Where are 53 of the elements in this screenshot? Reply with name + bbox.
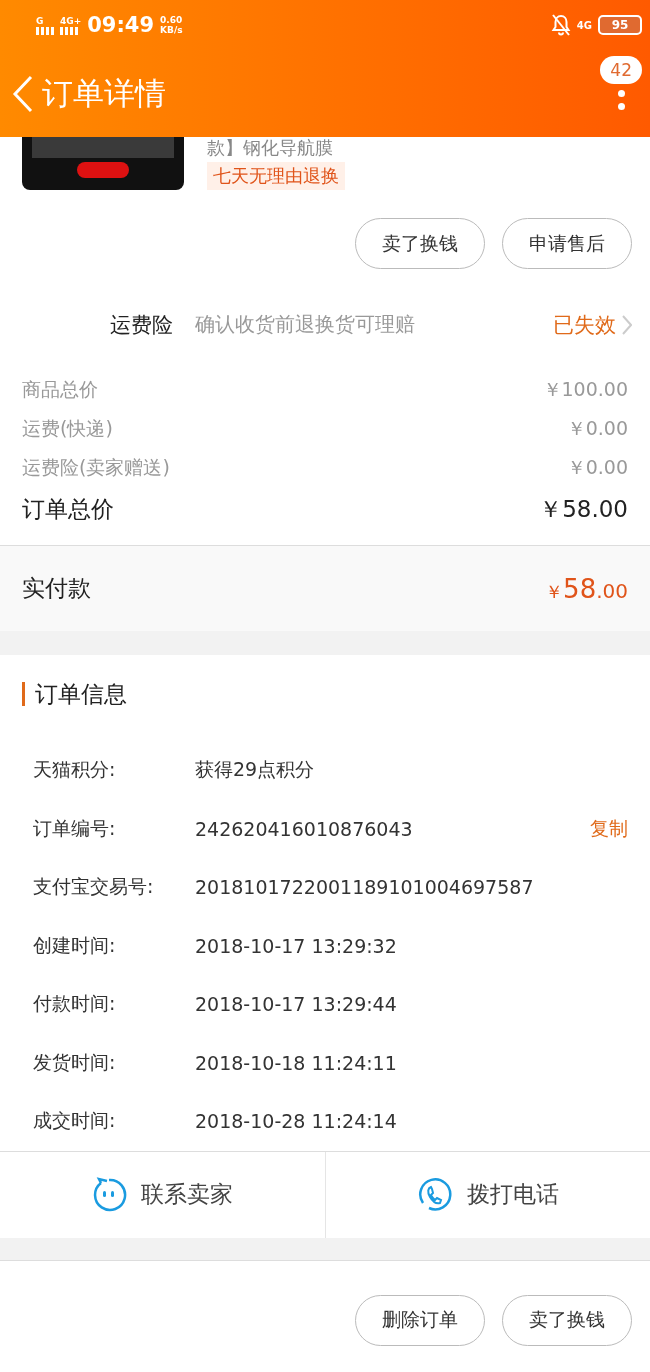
section-title: 订单信息 (35, 679, 127, 709)
info-value: 2018-10-18 11:24:11 (195, 1051, 397, 1074)
price-label: 商品总价 (22, 376, 98, 402)
network-label: 4G (576, 19, 592, 31)
info-value: 2018-10-17 13:29:44 (195, 993, 397, 1016)
network-label: G (36, 15, 44, 26)
action-button[interactable]: 删除订单 (355, 1294, 485, 1346)
contact-button[interactable]: 联系卖家 (0, 1151, 325, 1238)
info-value: 2018-10-28 11:24:14 (195, 1110, 397, 1133)
signal-icon (36, 25, 54, 35)
info-label: 订单编号: (33, 815, 117, 841)
speed-value: 0.60 (160, 15, 183, 25)
phone-icon (416, 1176, 453, 1213)
price-value: ￥58.00 (539, 494, 628, 524)
info-value: 获得29点积分 (195, 757, 315, 783)
price-label: 运费险(卖家赠送) (22, 454, 170, 480)
info-label: 发货时间: (33, 1049, 117, 1075)
clock: 09:49 (87, 13, 155, 37)
price-label: 订单总价 (22, 494, 114, 524)
price-label: 运费(快递) (22, 415, 113, 441)
contact-button[interactable]: 拨打电话 (324, 1151, 650, 1238)
info-value: 242620416010876043 (195, 817, 413, 840)
network-label: 4G+ (60, 15, 82, 26)
price-value: ￥0.00 (566, 415, 628, 441)
info-label: 天猫积分: (33, 757, 117, 783)
battery-icon: 95 (598, 15, 642, 35)
insurance-label: 运费险 (110, 311, 173, 339)
bell-muted-icon (550, 14, 571, 36)
action-button[interactable]: 申请售后 (502, 218, 632, 269)
info-label: 支付宝交易号: (33, 874, 155, 900)
price-value: ￥100.00 (542, 376, 628, 402)
back-icon[interactable] (12, 74, 34, 113)
paid-label: 实付款 (22, 574, 91, 603)
more-icon[interactable] (617, 90, 625, 110)
signal-icon (60, 25, 78, 35)
action-button[interactable]: 卖了换钱 (502, 1294, 632, 1346)
page-title: 订单详情 (42, 73, 166, 113)
product-title: 款】钢化导航膜 (207, 137, 333, 159)
chat-face-icon (91, 1176, 128, 1213)
message-badge: 42 (600, 56, 642, 84)
info-label: 成交时间: (33, 1108, 117, 1134)
info-value: 2018101722001189101004697587 (195, 876, 534, 899)
action-button[interactable]: 卖了换钱 (355, 218, 485, 269)
accent-bar (22, 682, 25, 706)
price-value: ￥0.00 (566, 454, 628, 480)
insurance-description: 确认收货前退换货可理赔 (195, 311, 415, 338)
chevron-icon (622, 314, 632, 335)
info-value: 2018-10-17 13:29:32 (195, 934, 397, 957)
speed-unit: KB/s (160, 25, 183, 35)
paid-amount: ￥58.00 (545, 573, 628, 604)
return-policy-tag: 七天无理由退换 (207, 162, 345, 190)
info-label: 创建时间: (33, 932, 117, 958)
info-label: 付款时间: (33, 991, 117, 1017)
